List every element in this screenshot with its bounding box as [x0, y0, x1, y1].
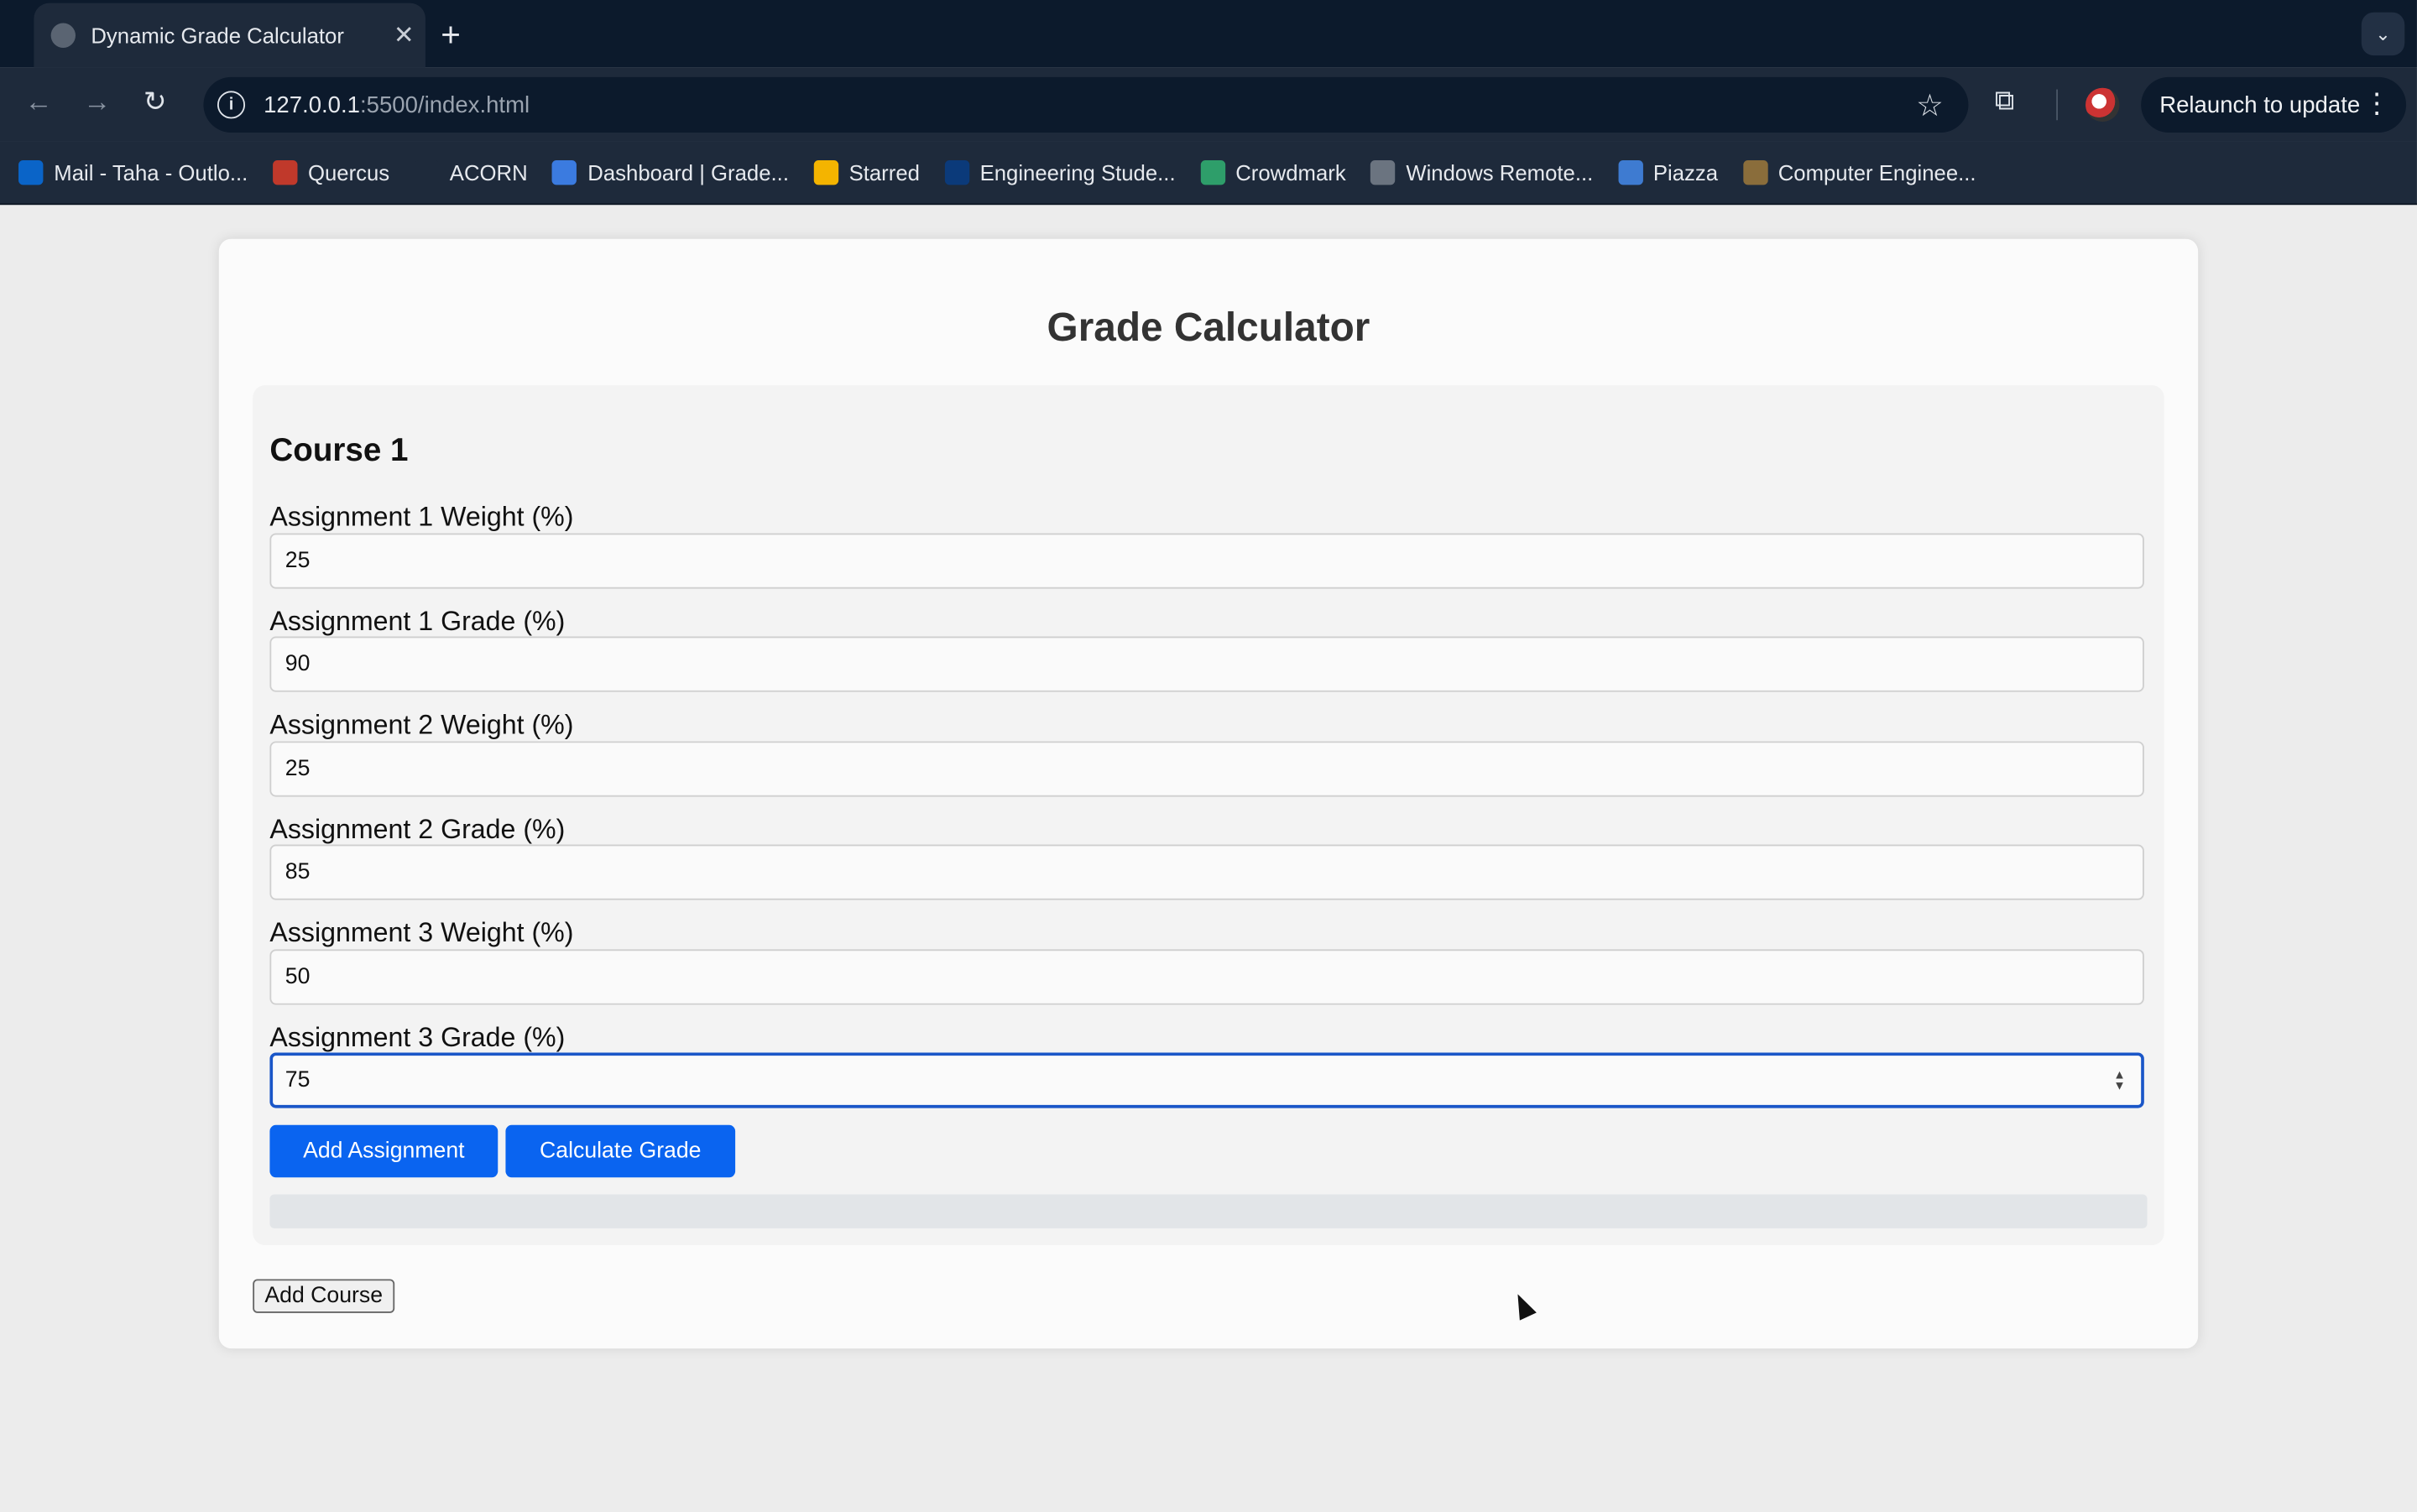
- assignment-1-grade-input[interactable]: 90: [269, 636, 2144, 692]
- drive-icon: [813, 160, 838, 185]
- calculate-grade-button[interactable]: Calculate Grade: [505, 1124, 736, 1178]
- globe-icon: [50, 23, 76, 48]
- url-host: 127.0.0.1: [264, 91, 360, 118]
- bookmark-item[interactable]: Crowdmark: [1199, 160, 1346, 185]
- field-label: Assignment 3 Weight (%): [269, 916, 574, 948]
- toolbar-divider: [2056, 89, 2058, 121]
- site-info-icon[interactable]: i: [217, 91, 246, 119]
- add-assignment-button[interactable]: Add Assignment: [269, 1124, 499, 1178]
- assignment-1-weight-input[interactable]: 25: [269, 533, 2144, 589]
- bookmark-label: Piazza: [1652, 160, 1719, 185]
- quercus-icon: [272, 160, 298, 185]
- assignment-2-weight-input[interactable]: 25: [269, 741, 2144, 797]
- tab-title: Dynamic Grade Calculator: [91, 23, 344, 48]
- bookmark-item[interactable]: Windows Remote...: [1370, 160, 1593, 185]
- profile-avatar[interactable]: [2086, 87, 2120, 123]
- outlook-icon: [18, 160, 44, 185]
- course-title: Course 1: [269, 433, 409, 469]
- relaunch-label: Relaunch to update: [2159, 91, 2361, 118]
- input-value: 90: [285, 651, 311, 677]
- page-title: Grade Calculator: [1047, 303, 1370, 350]
- bookmark-label: Dashboard | Grade...: [587, 160, 789, 185]
- url-path: :5500/index.html: [359, 91, 530, 118]
- extensions-icon[interactable]: ⧉: [1995, 85, 2028, 118]
- input-value: 85: [285, 859, 311, 885]
- field-label: Assignment 1 Grade (%): [269, 605, 566, 637]
- bookmark-label: Computer Enginee...: [1778, 160, 1976, 185]
- calculator-card: Grade Calculator Course 1 Assignment 1 W…: [218, 238, 2199, 1349]
- back-icon[interactable]: ←: [24, 86, 52, 119]
- bookmark-label: Engineering Stude...: [979, 160, 1176, 185]
- field-label: Assignment 1 Weight (%): [269, 500, 574, 532]
- chevron-down-icon[interactable]: ⌄: [2361, 12, 2405, 56]
- bookmark-item[interactable]: Dashboard | Grade...: [552, 160, 789, 185]
- active-tab[interactable]: Dynamic Grade Calculator ✕: [34, 3, 425, 68]
- engineering-icon: [944, 160, 969, 185]
- computer-engineering-icon: [1742, 160, 1767, 185]
- crowdmark-icon: [1199, 160, 1225, 185]
- acorn-icon: [414, 160, 439, 185]
- input-value: 25: [285, 548, 311, 574]
- new-tab-button[interactable]: +: [441, 15, 461, 55]
- bookmark-item[interactable]: Starred: [813, 160, 920, 185]
- ecf-icon: [1370, 160, 1396, 185]
- address-bar[interactable]: i 127.0.0.1:5500/index.html ☆: [203, 76, 1969, 133]
- result-display: [269, 1194, 2148, 1228]
- add-course-button[interactable]: Add Course: [253, 1279, 395, 1313]
- field-label: Assignment 2 Weight (%): [269, 708, 574, 740]
- close-icon[interactable]: ✕: [383, 20, 425, 51]
- tab-bar: Dynamic Grade Calculator ✕ + ⌄: [0, 0, 2417, 68]
- field-label: Assignment 2 Grade (%): [269, 813, 566, 845]
- bookmark-label: Mail - Taha - Outlo...: [54, 160, 248, 185]
- bookmark-item[interactable]: Piazza: [1617, 160, 1719, 185]
- input-value: 25: [285, 756, 311, 782]
- assignment-3-weight-input[interactable]: 50: [269, 949, 2144, 1005]
- bookmark-star-icon[interactable]: ☆: [1916, 86, 1944, 125]
- bookmark-item[interactable]: Engineering Stude...: [944, 160, 1176, 185]
- assignment-2-grade-input[interactable]: 85: [269, 844, 2144, 900]
- browser-toolbar: ← → ↻ i 127.0.0.1:5500/index.html ☆ ⧉ Re…: [0, 67, 2417, 142]
- bookmark-item[interactable]: Quercus: [272, 160, 390, 185]
- relaunch-button[interactable]: Relaunch to update ⋮: [2141, 76, 2407, 133]
- reload-icon[interactable]: ↻: [144, 86, 167, 119]
- bookmark-label: Windows Remote...: [1406, 160, 1594, 185]
- input-value: 50: [285, 964, 311, 990]
- bookmark-item[interactable]: Mail - Taha - Outlo...: [18, 160, 248, 185]
- assignment-3-grade-input[interactable]: 75 ▲ ▼: [269, 1052, 2144, 1108]
- more-menu-icon[interactable]: ⋮: [2363, 88, 2391, 121]
- page-viewport: Grade Calculator Course 1 Assignment 1 W…: [0, 205, 2417, 1512]
- bookmark-item[interactable]: ACORN: [414, 160, 528, 185]
- bookmark-label: ACORN: [449, 160, 528, 185]
- piazza-icon: [1617, 160, 1643, 185]
- bookmark-label: Quercus: [307, 160, 390, 185]
- forward-icon[interactable]: →: [83, 86, 111, 119]
- bookmark-item[interactable]: Computer Enginee...: [1742, 160, 1976, 185]
- bookmark-label: Starred: [848, 160, 920, 185]
- field-label: Assignment 3 Grade (%): [269, 1021, 566, 1053]
- course-section: Course 1 Assignment 1 Weight (%) 25 Assi…: [253, 385, 2164, 1246]
- number-spinner-icon[interactable]: ▲ ▼: [2113, 1069, 2126, 1092]
- input-value: 75: [285, 1067, 311, 1093]
- bookmark-label: Crowdmark: [1235, 160, 1346, 185]
- bookmarks-bar: Mail - Taha - Outlo... Quercus ACORN Dashbo…: [0, 141, 2417, 206]
- bar-chart-icon: [552, 160, 577, 185]
